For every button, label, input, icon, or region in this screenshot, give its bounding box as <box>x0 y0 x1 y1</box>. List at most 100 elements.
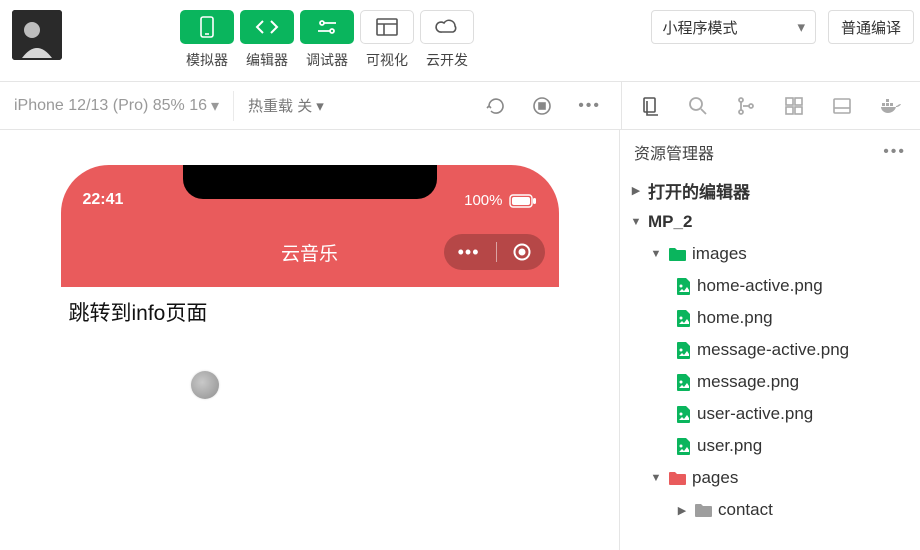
capsule-menu-icon[interactable]: ••• <box>458 242 480 263</box>
images-folder[interactable]: ▼ images <box>620 238 920 270</box>
chevron-down-icon: ▾ <box>797 18 805 36</box>
info-link[interactable]: 跳转到info页面 <box>69 302 208 325</box>
battery-icon <box>509 194 537 208</box>
chevron-down-icon: ▾ <box>211 96 219 116</box>
project-name: MP_2 <box>648 212 692 232</box>
hot-reload-toggle[interactable]: 热重载 关 ▾ <box>234 95 338 116</box>
compile-select[interactable]: 普通编译 <box>828 10 914 44</box>
file-label: message.png <box>697 372 799 392</box>
explorer-more-icon[interactable]: ••• <box>883 143 906 161</box>
layout-icon <box>360 10 414 44</box>
chevron-down-icon: ▼ <box>650 472 662 484</box>
simulator-area: 22:41 100% 云音乐 ••• 跳转到info页面 <box>0 130 620 550</box>
code-icon <box>240 10 294 44</box>
main-area: 22:41 100% 云音乐 ••• 跳转到info页面 <box>0 130 920 550</box>
image-file-icon <box>676 374 691 391</box>
file-message[interactable]: message.png <box>620 366 920 398</box>
simulator-label: 模拟器 <box>186 50 228 70</box>
capsule-close-icon[interactable] <box>513 243 531 261</box>
status-time: 22:41 <box>83 191 124 209</box>
capsule-divider <box>496 242 497 262</box>
image-file-icon <box>676 438 691 455</box>
file-label: home-active.png <box>697 276 823 296</box>
simulator-button[interactable]: 模拟器 <box>180 10 234 70</box>
editor-label: 编辑器 <box>246 50 288 70</box>
chevron-right-icon: ▶ <box>630 184 642 197</box>
stop-icon[interactable] <box>532 96 552 116</box>
debugger-icon <box>300 10 354 44</box>
status-bar: 22:41 100% <box>61 165 559 217</box>
pages-folder[interactable]: ▼ pages <box>620 462 920 494</box>
nav-bar: 云音乐 ••• <box>61 217 559 287</box>
file-label: message-active.png <box>697 340 849 360</box>
chevron-down-icon: ▼ <box>630 216 642 228</box>
phone-icon <box>180 10 234 44</box>
open-editors-label: 打开的编辑器 <box>648 178 750 203</box>
cloud-icon <box>420 10 474 44</box>
right-tools: 小程序模式 ▾ 普通编译 <box>651 10 920 44</box>
top-toolbar: 模拟器 编辑器 调试器 可视化 云开发 小程 <box>0 0 920 82</box>
side-toolbar <box>621 82 920 129</box>
image-file-icon <box>676 406 691 423</box>
mode-label: 小程序模式 <box>662 17 737 38</box>
chevron-down-icon: ▾ <box>316 97 324 115</box>
file-message-active[interactable]: message-active.png <box>620 334 920 366</box>
file-user[interactable]: user.png <box>620 430 920 462</box>
explorer-header: 资源管理器 ••• <box>620 130 920 174</box>
file-user-active[interactable]: user-active.png <box>620 398 920 430</box>
search-icon[interactable] <box>688 96 708 116</box>
folder-icon <box>694 503 712 517</box>
file-label: user.png <box>697 436 762 456</box>
editor-button[interactable]: 编辑器 <box>240 10 294 70</box>
debugger-button[interactable]: 调试器 <box>300 10 354 70</box>
file-tree: ▶ 打开的编辑器 ▼ MP_2 ▼ images home-active.png <box>620 174 920 526</box>
cloud-label: 云开发 <box>426 50 468 70</box>
compile-label: 普通编译 <box>841 17 901 38</box>
touch-cursor <box>191 371 219 399</box>
docker-icon[interactable] <box>880 97 902 115</box>
page-content: 跳转到info页面 <box>61 287 559 517</box>
extensions-icon[interactable] <box>784 96 804 116</box>
file-label: home.png <box>697 308 773 328</box>
folder-icon <box>668 247 686 261</box>
second-bar: iPhone 12/13 (Pro) 85% 16 ▾ 热重载 关 ▾ ••• <box>0 82 920 130</box>
cloud-button[interactable]: 云开发 <box>420 10 474 70</box>
images-folder-label: images <box>692 244 747 264</box>
page-title: 云音乐 <box>281 239 338 266</box>
image-file-icon <box>676 310 691 327</box>
folder-icon <box>668 471 686 485</box>
project-root[interactable]: ▼ MP_2 <box>620 206 920 238</box>
debugger-label: 调试器 <box>306 50 348 70</box>
capsule-button[interactable]: ••• <box>444 234 545 270</box>
battery-text: 100% <box>464 192 502 209</box>
mode-select[interactable]: 小程序模式 ▾ <box>651 10 816 44</box>
image-file-icon <box>676 278 691 295</box>
status-battery: 100% <box>464 192 536 209</box>
pages-folder-label: pages <box>692 468 738 488</box>
phone-mockup: 22:41 100% 云音乐 ••• 跳转到info页面 <box>61 165 559 550</box>
more-icon[interactable]: ••• <box>578 97 601 115</box>
hot-reload-text: 热重载 关 <box>248 95 312 116</box>
visualize-label: 可视化 <box>366 50 408 70</box>
panel-icon[interactable] <box>832 96 852 116</box>
visualize-button[interactable]: 可视化 <box>360 10 414 70</box>
tool-group: 模拟器 编辑器 调试器 可视化 云开发 <box>180 10 474 70</box>
chevron-down-icon: ▼ <box>650 248 662 260</box>
device-select[interactable]: iPhone 12/13 (Pro) 85% 16 ▾ <box>0 96 233 116</box>
chevron-right-icon: ▶ <box>676 504 688 517</box>
explorer-title: 资源管理器 <box>634 140 714 164</box>
device-text: iPhone 12/13 (Pro) 85% 16 <box>14 97 207 115</box>
notch <box>183 165 437 199</box>
sim-actions: ••• <box>486 96 621 116</box>
file-home-active[interactable]: home-active.png <box>620 270 920 302</box>
image-file-icon <box>676 342 691 359</box>
explorer-panel: 资源管理器 ••• ▶ 打开的编辑器 ▼ MP_2 ▼ images home-… <box>620 130 920 550</box>
contact-folder-label: contact <box>718 500 773 520</box>
files-icon[interactable] <box>640 96 660 116</box>
open-editors-section[interactable]: ▶ 打开的编辑器 <box>620 174 920 206</box>
file-home[interactable]: home.png <box>620 302 920 334</box>
avatar[interactable] <box>12 10 62 60</box>
refresh-icon[interactable] <box>486 96 506 116</box>
git-icon[interactable] <box>736 96 756 116</box>
contact-folder[interactable]: ▶ contact <box>620 494 920 526</box>
